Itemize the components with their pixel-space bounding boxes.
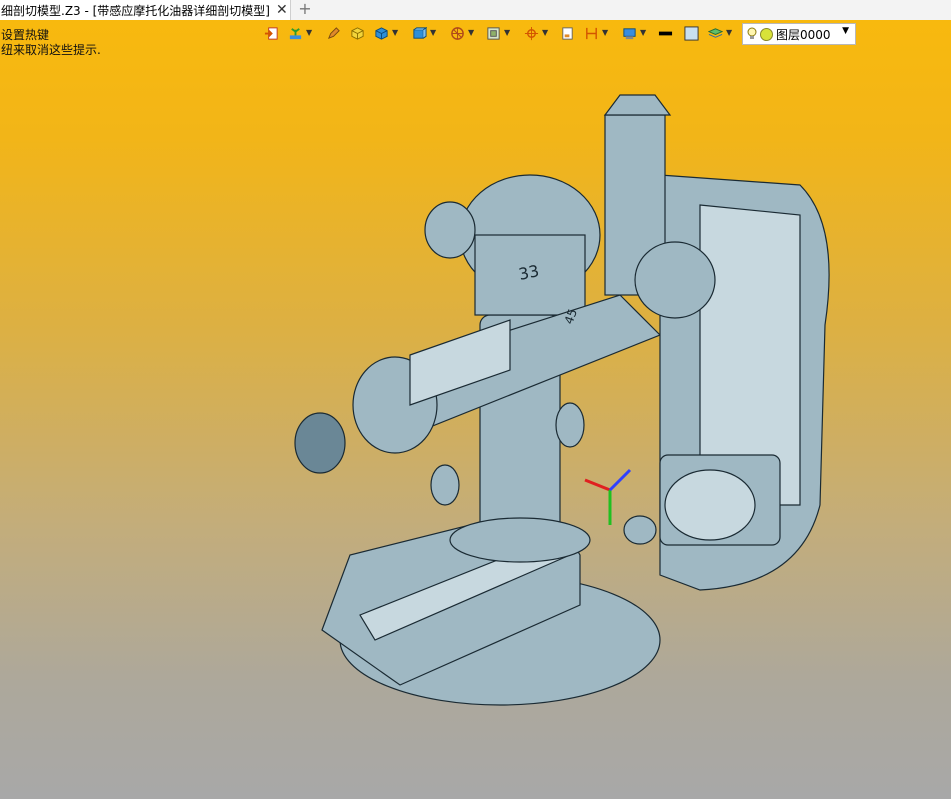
exit-icon[interactable] [262, 23, 280, 43]
fill-color-icon[interactable] [682, 23, 700, 43]
frame-icon[interactable] [484, 23, 502, 43]
pen-icon[interactable] [324, 23, 342, 43]
document-tab[interactable]: 细剖切模型.Z3 - [带感应摩托化油器详细剖切模型] ✕ [0, 0, 291, 20]
chevron-down-icon[interactable]: ▼ [842, 26, 849, 36]
chevron-down-icon[interactable]: ▼ [468, 28, 474, 37]
idle-adjust-knob [294, 412, 346, 474]
chevron-down-icon[interactable]: ▼ [640, 28, 646, 37]
hint-text-2: 纽来取消这些提示. [1, 43, 101, 57]
sheet-icon[interactable] [558, 23, 576, 43]
chevron-down-icon[interactable]: ▼ [392, 28, 398, 37]
layer-stack-icon[interactable] [706, 23, 724, 43]
chevron-down-icon[interactable]: ▼ [306, 28, 312, 37]
yellow-cube-icon[interactable] [348, 23, 366, 43]
view-cube-icon[interactable] [410, 23, 428, 43]
line-color-icon[interactable] [656, 23, 674, 43]
add-tab-button[interactable]: + [296, 0, 314, 20]
sphere-view-icon[interactable] [448, 23, 466, 43]
3d-viewport[interactable]: 设置热键 纽来取消这些提示. ▼ ▼ ▼ ▼ ▼ ▼ ▼ ▼ ▼ 图层0000 … [0, 20, 951, 799]
render-icon[interactable] [620, 23, 638, 43]
hex-nut [634, 241, 716, 319]
dimension-icon[interactable] [582, 23, 600, 43]
chevron-down-icon[interactable]: ▼ [726, 28, 732, 37]
layer-select[interactable]: 图层0000 ▼ [742, 23, 856, 45]
chevron-down-icon[interactable]: ▼ [542, 28, 548, 37]
lightbulb-icon [747, 27, 757, 39]
body-flange [449, 517, 591, 563]
tab-title: 细剖切模型.Z3 - [带感应摩托化油器详细剖切模型] [1, 3, 270, 18]
tab-bar: 细剖切模型.Z3 - [带感应摩托化油器详细剖切模型] ✕ + [0, 0, 951, 21]
blue-cube-icon[interactable] [372, 23, 390, 43]
peg-3 [623, 515, 657, 545]
lower-threads [664, 469, 756, 541]
layer-color-icon [760, 27, 773, 41]
layer-select-value: 图层0000 [776, 27, 831, 42]
close-icon[interactable]: ✕ [276, 2, 288, 18]
side-nut [424, 201, 476, 259]
peg-1 [430, 464, 460, 506]
plant-icon[interactable] [286, 23, 304, 43]
carburetor-cutaway-model[interactable]: 33 45 [280, 85, 840, 725]
hex-bolt-head [603, 94, 672, 116]
axis-triad [584, 468, 632, 525]
peg-2 [555, 402, 585, 448]
chevron-down-icon[interactable]: ▼ [504, 28, 510, 37]
target-icon[interactable] [522, 23, 540, 43]
chevron-down-icon[interactable]: ▼ [430, 28, 436, 37]
chevron-down-icon[interactable]: ▼ [602, 28, 608, 37]
